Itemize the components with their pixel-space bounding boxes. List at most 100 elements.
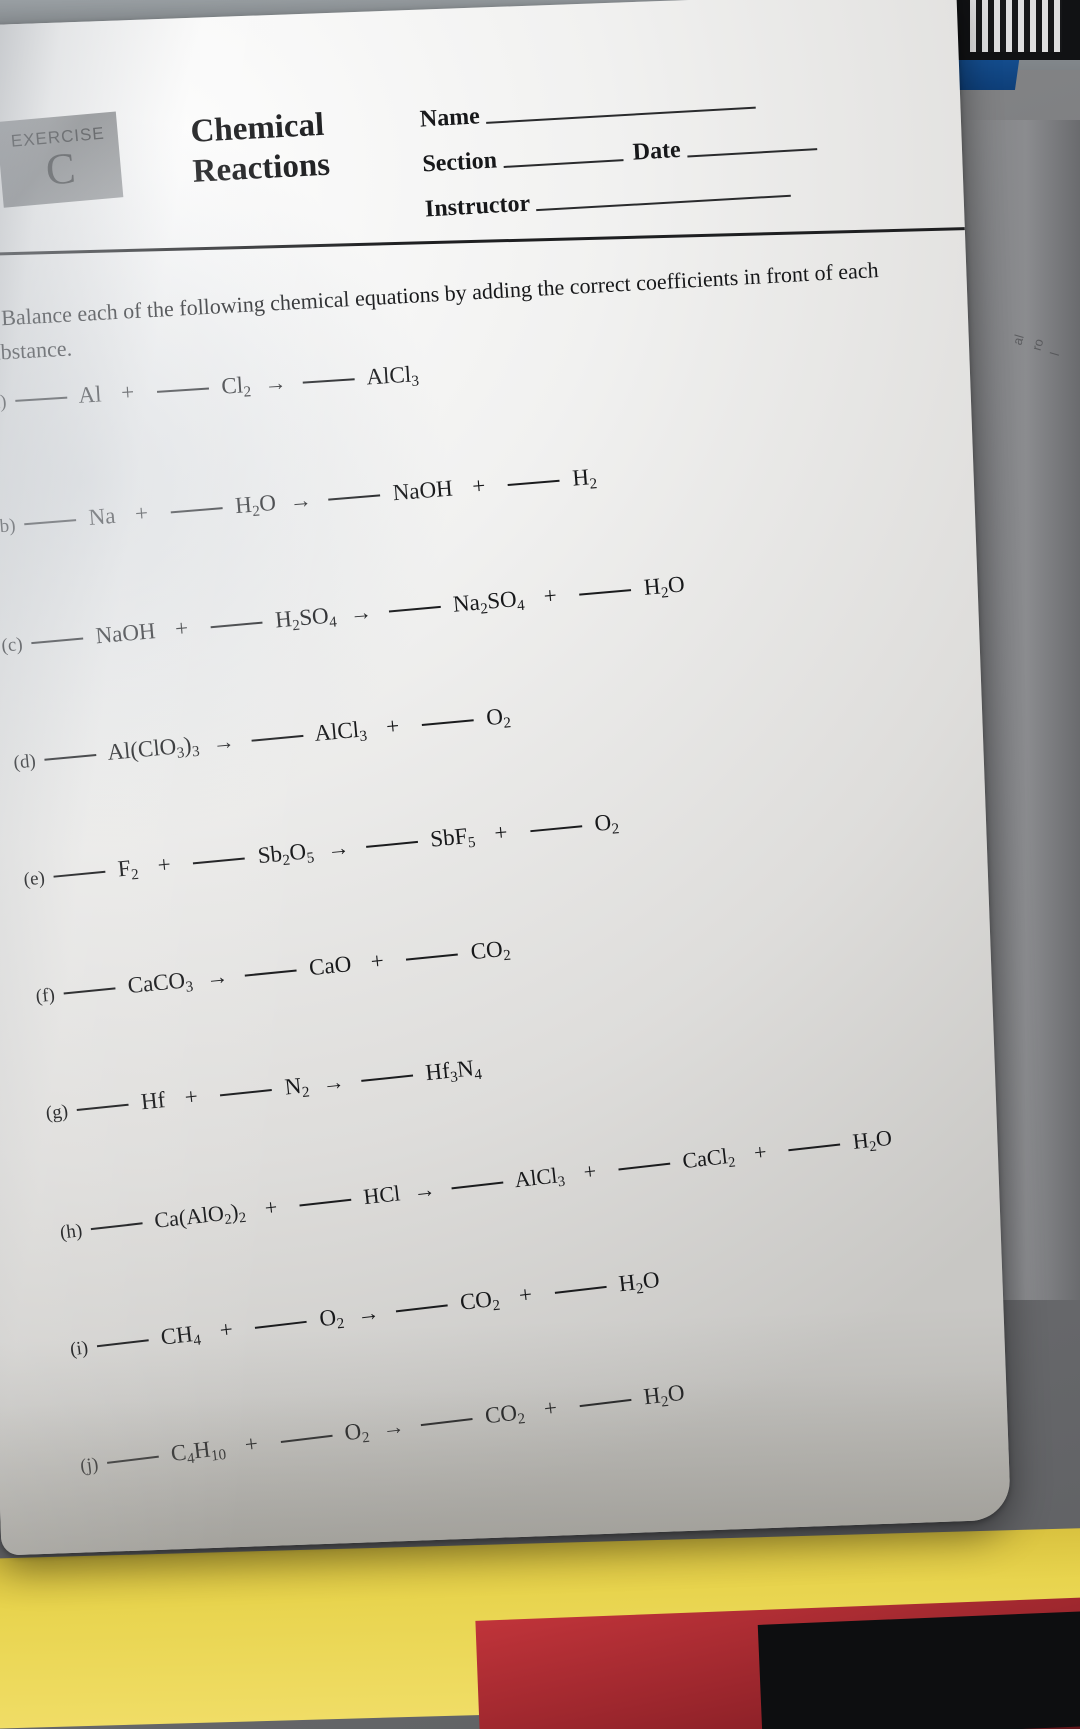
exercise-letter: C <box>43 143 78 195</box>
formula-alcl3: AlCl3 <box>513 1162 567 1193</box>
coefficient-blank[interactable] <box>170 506 223 514</box>
formula-cao: CaO <box>307 951 353 981</box>
equation-tag-c: (c) <box>0 633 24 657</box>
reaction-arrow-icon: → <box>321 1068 346 1096</box>
coefficient-blank[interactable] <box>421 718 474 727</box>
black-corner-object <box>757 1611 1080 1729</box>
plus-sign: + <box>471 472 487 499</box>
exercise-badge: EXERCISE C <box>0 111 124 208</box>
formula-naoh: NaOH <box>94 618 157 649</box>
coefficient-blank[interactable] <box>360 1073 414 1082</box>
coefficient-blank[interactable] <box>579 588 632 596</box>
formula-cacl2: CaCl2 <box>681 1143 737 1174</box>
worksheet-header: EXERCISE C Chemical Reactions Name Secti… <box>0 0 965 276</box>
formula-h2so4: H2SO4 <box>274 602 338 635</box>
qr-code-icon <box>970 0 1062 52</box>
formula-sb2o5: Sb2O5 <box>256 838 316 870</box>
formula-cl2: Cl2 <box>220 372 252 401</box>
formula-hf: Hf <box>139 1087 167 1115</box>
coefficient-blank[interactable] <box>328 493 381 501</box>
coefficient-blank[interactable] <box>303 377 356 384</box>
formula-alcl3: AlCl3 <box>365 361 420 390</box>
coefficient-blank[interactable] <box>507 478 560 486</box>
coefficient-blank[interactable] <box>15 395 68 402</box>
equation-tag-f: (f) <box>34 984 56 1008</box>
coefficient-blank[interactable] <box>395 1303 448 1313</box>
instructor-label: Instructor <box>424 190 531 223</box>
formula-o2: O2 <box>318 1304 346 1333</box>
plus-sign: + <box>517 1281 534 1308</box>
coefficient-blank[interactable] <box>451 1180 504 1190</box>
date-label: Date <box>632 136 682 166</box>
formula-h2o: H2O <box>234 489 277 520</box>
section-input-line[interactable] <box>503 158 624 168</box>
name-label: Name <box>419 103 481 133</box>
reaction-arrow-icon: → <box>204 963 230 991</box>
page-title: Chemical Reactions <box>189 100 423 193</box>
plus-sign: + <box>582 1158 598 1185</box>
reaction-arrow-icon: → <box>412 1176 437 1204</box>
formula-ch4: CH4 <box>159 1321 202 1350</box>
coefficient-blank[interactable] <box>529 824 583 833</box>
coefficient-blank[interactable] <box>251 733 304 742</box>
coefficient-blank[interactable] <box>220 1087 273 1097</box>
formula-co2: CO2 <box>458 1286 502 1315</box>
date-input-line[interactable] <box>686 147 817 158</box>
formula-o2: O2 <box>593 809 621 838</box>
plus-sign: + <box>493 819 509 846</box>
reaction-arrow-icon: → <box>326 834 351 862</box>
coefficient-blank[interactable] <box>788 1142 841 1152</box>
formula-hcl: HCl <box>362 1180 402 1210</box>
exercise-label: EXERCISE <box>10 123 106 151</box>
plus-sign: + <box>369 947 385 975</box>
plus-sign: + <box>263 1194 279 1221</box>
equation-tag-a: (a) <box>0 391 8 414</box>
coefficient-blank[interactable] <box>90 1221 143 1231</box>
plus-sign: + <box>183 1083 199 1110</box>
page-title-line1: Chemical <box>189 106 326 150</box>
coefficient-blank[interactable] <box>388 604 441 613</box>
reaction-arrow-icon: → <box>288 486 313 514</box>
formula-naoh: NaOH <box>391 475 454 506</box>
plus-sign: + <box>218 1316 235 1343</box>
worksheet-page: EXERCISE C Chemical Reactions Name Secti… <box>0 0 1012 1556</box>
equation-tag-g: (g) <box>44 1100 70 1125</box>
formula-na2so4: Na2SO4 <box>451 586 526 618</box>
coefficient-blank[interactable] <box>244 968 297 977</box>
coefficient-blank[interactable] <box>365 839 418 848</box>
reaction-arrow-icon: → <box>263 369 288 396</box>
coefficient-blank[interactable] <box>554 1284 607 1294</box>
plus-sign: + <box>385 713 401 740</box>
coefficient-blank[interactable] <box>31 636 84 645</box>
instructor-input-line[interactable] <box>536 193 792 212</box>
coefficient-blank[interactable] <box>24 518 77 526</box>
screenshot-root: EXERCISE C Chemical Reactions Name Secti… <box>0 0 1080 1729</box>
coefficient-blank[interactable] <box>255 1319 308 1329</box>
coefficient-blank[interactable] <box>63 986 116 995</box>
coefficient-blank[interactable] <box>53 869 106 878</box>
coefficient-blank[interactable] <box>156 386 209 393</box>
reaction-arrow-icon: → <box>348 599 373 626</box>
coefficient-blank[interactable] <box>44 752 97 761</box>
equation-tag-i: (i) <box>69 1337 90 1361</box>
coefficient-blank[interactable] <box>210 620 263 629</box>
plus-sign: + <box>542 582 558 609</box>
coefficient-blank[interactable] <box>299 1197 352 1207</box>
coefficient-blank[interactable] <box>193 856 246 865</box>
equation-tag-d: (d) <box>12 750 37 774</box>
plus-sign: + <box>752 1138 768 1166</box>
plus-sign: + <box>120 379 135 406</box>
coefficient-blank[interactable] <box>96 1338 149 1348</box>
formula-h2o: H2O <box>851 1124 894 1156</box>
formula-na: Na <box>87 502 117 531</box>
formula-caco3: CaCO3 <box>126 967 195 999</box>
formula-co2: CO2 <box>469 936 512 965</box>
plus-sign: + <box>156 851 172 878</box>
formula-sbf5: SbF5 <box>429 823 477 852</box>
coefficient-blank[interactable] <box>618 1161 671 1171</box>
equation-tag-b: (b) <box>0 515 17 538</box>
coefficient-blank[interactable] <box>406 952 459 961</box>
formula-h2o: H2O <box>617 1266 661 1298</box>
coefficient-blank[interactable] <box>76 1102 129 1112</box>
formula-f2: F2 <box>116 855 140 884</box>
